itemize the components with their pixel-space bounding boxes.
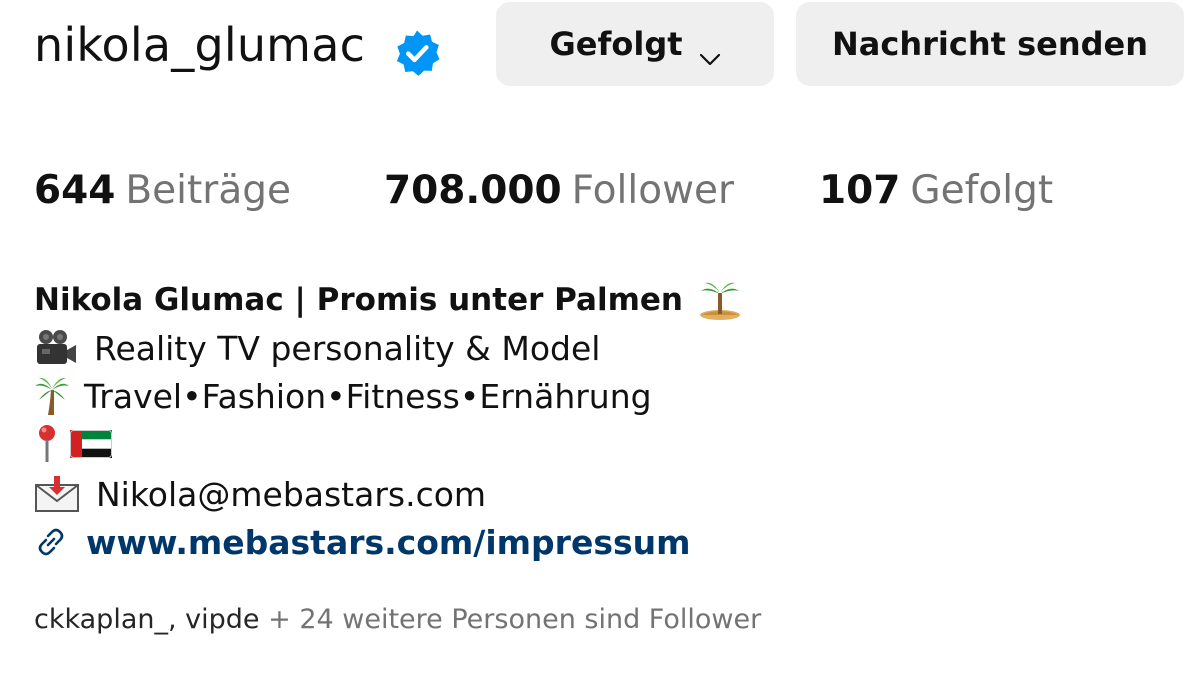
bio-email: Nikola@mebastars.com [96,474,487,514]
send-message-button[interactable]: Nachricht senden [796,2,1184,86]
bio-line-3-text: Travel•Fashion•Fitness•Ernährung [84,376,652,416]
envelope-icon [34,475,80,513]
desert-island-icon [697,279,743,321]
bio-line-2: Reality TV personality & Model [34,324,600,372]
posts-label: Beiträge [125,168,291,213]
bio-link-line[interactable]: www.mebastars.com/impressum [34,518,691,566]
profile-stats: 644 Beiträge 708.000 Follower 107 Gefolgt [34,168,1134,222]
followed-by-names[interactable]: ckkaplan_, vipde [34,604,260,635]
following-button-label: Gefolgt [549,25,683,63]
bio-name-line: Nikola Glumac | Promis unter Palmen [34,276,743,324]
bio-display-name: Nikola Glumac | Promis unter Palmen [34,282,684,318]
posts-stat: 644 Beiträge [34,168,291,213]
following-button[interactable]: Gefolgt [496,2,774,86]
following-count: 107 [819,168,901,213]
posts-count: 644 [34,168,116,213]
followed-by-line[interactable]: ckkaplan_, vipde + 24 weitere Personen s… [34,604,761,635]
following-stat[interactable]: 107 Gefolgt [819,168,1053,213]
palm-tree-icon [34,376,70,416]
pin-icon [34,424,60,464]
profile-header: nikola_glumac Gefolgt Nachricht senden [34,0,1184,100]
profile-username: nikola_glumac [34,18,366,72]
bio-line-5: Nikola@mebastars.com [34,470,486,518]
link-icon [34,525,68,559]
following-label: Gefolgt [910,168,1054,213]
uae-flag-icon [70,430,112,458]
bio-line-4 [34,420,112,468]
chevron-down-icon [699,37,721,66]
bio-website-link[interactable]: www.mebastars.com/impressum [86,523,691,562]
followers-stat[interactable]: 708.000 Follower [384,168,734,213]
followers-count: 708.000 [384,168,562,213]
bio-line-2-text: Reality TV personality & Model [94,328,601,368]
verified-badge-icon [392,28,442,78]
bio-line-3: Travel•Fashion•Fitness•Ernährung [34,372,652,420]
followers-label: Follower [571,168,735,213]
followed-by-more: + 24 weitere Personen sind Follower [259,604,762,635]
video-camera-icon [34,328,78,368]
